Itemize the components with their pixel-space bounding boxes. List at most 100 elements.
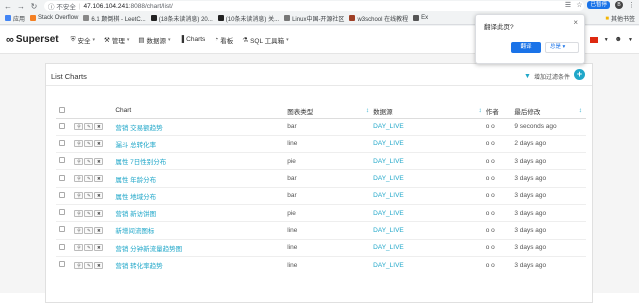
profile-avatar[interactable]: B xyxy=(615,1,623,9)
close-icon[interactable]: × xyxy=(573,18,578,27)
search-icon[interactable]: ⚲ xyxy=(74,123,84,131)
datasource-link[interactable]: DAY_LIVE xyxy=(373,152,486,170)
datasource-link[interactable]: DAY_LIVE xyxy=(373,238,486,257)
user-icon[interactable]: ☻ xyxy=(615,36,622,43)
back-arrow-icon[interactable]: ← xyxy=(3,1,13,11)
nav-item[interactable]: ▐ Charts xyxy=(180,36,206,43)
chart-name-link[interactable]: 营销 分钟新流量趋势图 xyxy=(115,238,288,257)
row-checkbox[interactable] xyxy=(59,139,65,146)
edit-icon[interactable]: ✎ xyxy=(84,226,94,234)
translate-button[interactable]: 翻译 xyxy=(511,42,541,53)
chart-name-link[interactable]: 属性 地域分布 xyxy=(115,186,288,205)
flask-icon: ⚗ xyxy=(242,36,249,44)
delete-icon[interactable]: ✖ xyxy=(94,244,104,252)
chart-name-link[interactable]: 新增间流图标 xyxy=(115,221,288,240)
delete-icon[interactable]: ✖ xyxy=(94,123,104,131)
edit-icon[interactable]: ✎ xyxy=(84,261,94,269)
nav-item[interactable]: ⚗ SQL 工具箱 ▾ xyxy=(242,35,288,45)
nav-item[interactable]: ◔ 看板 xyxy=(214,35,233,45)
bookmark-item[interactable]: (10条未读消息) 关... xyxy=(217,14,279,23)
bookmark-item[interactable]: 应用 xyxy=(5,14,25,23)
language-flag-icon[interactable] xyxy=(589,36,598,43)
delete-icon[interactable]: ✖ xyxy=(94,226,104,234)
sort-icon[interactable]: ↕ xyxy=(478,107,481,114)
delete-icon[interactable]: ✖ xyxy=(94,157,104,165)
datasource-link[interactable]: DAY_LIVE xyxy=(373,255,486,274)
bookmark-item[interactable]: (18条未读消息) 20... xyxy=(150,14,213,23)
search-icon[interactable]: ⚲ xyxy=(74,226,84,234)
search-icon[interactable]: ⚲ xyxy=(74,140,84,148)
datasource-link[interactable]: DAY_LIVE xyxy=(373,186,486,205)
row-checkbox[interactable] xyxy=(59,209,65,216)
bookmark-item[interactable]: Stack Overflow xyxy=(30,15,78,21)
star-icon[interactable]: ☆ xyxy=(576,1,582,9)
paused-badge[interactable]: 已暂停 xyxy=(587,1,610,9)
address-bar[interactable]: ⓘ 不安全 | 47.106.104.241 :8088/chart/list/ xyxy=(44,1,584,11)
reload-icon[interactable]: ↻ xyxy=(29,1,39,11)
add-filter-button[interactable]: ▼ 增加过滤条件 xyxy=(524,72,570,81)
delete-icon[interactable]: ✖ xyxy=(94,140,104,148)
add-chart-button[interactable]: + xyxy=(574,69,585,80)
column-header-chart[interactable]: Chart xyxy=(115,104,288,119)
other-bookmarks[interactable]: ■ 其他书签 xyxy=(605,14,635,24)
edit-icon[interactable]: ✎ xyxy=(84,140,94,148)
caret-icon[interactable]: ▼ xyxy=(604,37,609,43)
forward-arrow-icon[interactable]: → xyxy=(16,1,26,11)
delete-icon[interactable]: ✖ xyxy=(94,175,104,183)
datasource-link[interactable]: DAY_LIVE xyxy=(373,203,486,222)
datasource-link[interactable]: DAY_LIVE xyxy=(373,221,486,240)
datasource-link[interactable]: DAY_LIVE xyxy=(373,169,486,188)
caret-icon[interactable]: ▼ xyxy=(628,37,633,43)
row-checkbox[interactable] xyxy=(59,157,65,164)
sort-icon[interactable]: ↕ xyxy=(366,107,369,114)
select-all-checkbox[interactable] xyxy=(59,106,65,113)
chart-type: line xyxy=(287,255,374,274)
translate-icon[interactable]: ☰ xyxy=(565,1,571,9)
search-icon[interactable]: ⚲ xyxy=(74,175,84,183)
row-checkbox[interactable] xyxy=(59,261,65,268)
row-checkbox[interactable] xyxy=(59,191,65,198)
row-checkbox[interactable] xyxy=(59,226,65,233)
search-icon[interactable]: ⚲ xyxy=(74,244,84,252)
column-header-modified[interactable]: 最后修改 ↕ xyxy=(514,104,586,119)
menu-dots-icon[interactable]: ⋮ xyxy=(628,1,635,9)
nav-item[interactable]: ⛨ 安全 ▾ xyxy=(71,35,95,45)
search-icon[interactable]: ⚲ xyxy=(74,261,84,269)
bookmark-item[interactable]: w3school 在线教程 xyxy=(349,14,408,23)
delete-icon[interactable]: ✖ xyxy=(94,209,104,217)
chart-name-link[interactable]: 营销 交易额趋势 xyxy=(115,117,288,136)
edit-icon[interactable]: ✎ xyxy=(84,192,94,200)
search-icon[interactable]: ⚲ xyxy=(74,157,84,165)
row-checkbox[interactable] xyxy=(59,174,65,181)
column-header-type[interactable]: 图表类型 ↕ xyxy=(287,104,374,119)
always-dropdown[interactable]: 总是 ▾ xyxy=(545,42,579,53)
chart-name-link[interactable]: 营销 转化率趋势 xyxy=(115,255,288,274)
delete-icon[interactable]: ✖ xyxy=(94,192,104,200)
search-icon[interactable]: ⚲ xyxy=(74,209,84,217)
chart-name-link[interactable]: 属性 年龄分布 xyxy=(115,169,288,188)
delete-icon[interactable]: ✖ xyxy=(94,261,104,269)
chart-name-link[interactable]: 营销 新访饼图 xyxy=(115,203,288,222)
brand[interactable]: ∞ Superset xyxy=(6,34,59,46)
nav-item[interactable]: ⚒ 管理 ▾ xyxy=(104,35,129,45)
row-checkbox[interactable] xyxy=(59,122,65,129)
bar-chart-icon: ▐ xyxy=(179,36,185,43)
chart-name-link[interactable]: 漏斗 总转化率 xyxy=(115,134,288,153)
column-header-datasource[interactable]: 数据源 ↕ xyxy=(373,104,486,119)
search-icon[interactable]: ⚲ xyxy=(74,192,84,200)
chart-name-link[interactable]: 属性 7日性别分布 xyxy=(115,152,288,170)
list-panel: List Charts ▼ 增加过滤条件 + Chart 图表类型 ↕ 数据源 ↕ … xyxy=(45,63,593,303)
datasource-link[interactable]: DAY_LIVE xyxy=(373,134,486,153)
edit-icon[interactable]: ✎ xyxy=(84,244,94,252)
datasource-link[interactable]: DAY_LIVE xyxy=(373,117,486,136)
edit-icon[interactable]: ✎ xyxy=(84,209,94,217)
bookmark-item[interactable]: Ex xyxy=(413,15,428,21)
sort-icon[interactable]: ↕ xyxy=(579,107,582,114)
bookmark-item[interactable]: 6.1 颠倒棋 - LeetC... xyxy=(83,14,146,23)
edit-icon[interactable]: ✎ xyxy=(84,157,94,165)
nav-item[interactable]: ▤ 数据源 ▾ xyxy=(138,35,170,45)
bookmark-item[interactable]: Linux中国-开源社区 xyxy=(284,14,344,23)
edit-icon[interactable]: ✎ xyxy=(84,123,94,131)
edit-icon[interactable]: ✎ xyxy=(84,175,94,183)
row-checkbox[interactable] xyxy=(59,243,65,250)
